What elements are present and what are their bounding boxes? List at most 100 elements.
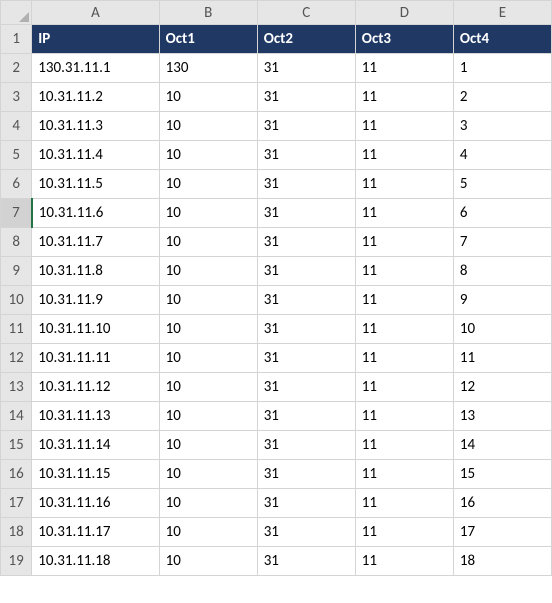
- cell[interactable]: 10: [159, 112, 257, 141]
- cell[interactable]: 31: [257, 315, 355, 344]
- cell[interactable]: 11: [355, 286, 453, 315]
- row-header[interactable]: 16: [1, 460, 32, 489]
- cell[interactable]: 11: [355, 83, 453, 112]
- cell[interactable]: 17: [453, 518, 551, 547]
- cell[interactable]: 11: [355, 315, 453, 344]
- cell[interactable]: 11: [355, 547, 453, 576]
- row-header[interactable]: 13: [1, 373, 32, 402]
- cell[interactable]: 5: [453, 170, 551, 199]
- cell[interactable]: 10.31.11.8: [32, 257, 159, 286]
- spreadsheet-grid[interactable]: A B C D E 1 IP Oct1 Oct2 Oct3 Oct4 2130.…: [0, 0, 552, 576]
- cell[interactable]: 2: [453, 83, 551, 112]
- cell-A1[interactable]: IP: [32, 25, 159, 54]
- cell[interactable]: 10: [159, 286, 257, 315]
- cell[interactable]: 11: [453, 344, 551, 373]
- cell[interactable]: 10.31.11.3: [32, 112, 159, 141]
- cell-C1[interactable]: Oct2: [257, 25, 355, 54]
- row-header[interactable]: 18: [1, 518, 32, 547]
- cell[interactable]: 10: [159, 170, 257, 199]
- cell[interactable]: 10: [159, 489, 257, 518]
- cell[interactable]: 31: [257, 402, 355, 431]
- cell[interactable]: 11: [355, 112, 453, 141]
- cell[interactable]: 11: [355, 460, 453, 489]
- cell[interactable]: 31: [257, 141, 355, 170]
- cell[interactable]: 10.31.11.15: [32, 460, 159, 489]
- cell[interactable]: 10.31.11.7: [32, 228, 159, 257]
- row-header[interactable]: 10: [1, 286, 32, 315]
- cell[interactable]: 10.31.11.5: [32, 170, 159, 199]
- cell[interactable]: 11: [355, 431, 453, 460]
- cell[interactable]: 10: [159, 518, 257, 547]
- cell[interactable]: 11: [355, 402, 453, 431]
- row-header[interactable]: 2: [1, 54, 32, 83]
- row-header[interactable]: 15: [1, 431, 32, 460]
- cell[interactable]: 1: [453, 54, 551, 83]
- cell[interactable]: 3: [453, 112, 551, 141]
- cell[interactable]: 7: [453, 228, 551, 257]
- cell[interactable]: 130.31.11.1: [32, 54, 159, 83]
- row-header[interactable]: 5: [1, 141, 32, 170]
- row-header[interactable]: 11: [1, 315, 32, 344]
- cell[interactable]: 11: [355, 170, 453, 199]
- cell[interactable]: 31: [257, 228, 355, 257]
- cell[interactable]: 11: [355, 518, 453, 547]
- cell[interactable]: 15: [453, 460, 551, 489]
- cell[interactable]: 31: [257, 518, 355, 547]
- cell[interactable]: 10.31.11.17: [32, 518, 159, 547]
- cell[interactable]: 10.31.11.4: [32, 141, 159, 170]
- row-header[interactable]: 1: [1, 25, 32, 54]
- cell[interactable]: 4: [453, 141, 551, 170]
- cell[interactable]: 6: [453, 199, 551, 228]
- cell[interactable]: 31: [257, 431, 355, 460]
- col-header-A[interactable]: A: [32, 1, 159, 25]
- cell[interactable]: 10: [159, 257, 257, 286]
- cell[interactable]: 10: [159, 199, 257, 228]
- cell[interactable]: 11: [355, 54, 453, 83]
- cell[interactable]: 11: [355, 489, 453, 518]
- cell-B1[interactable]: Oct1: [159, 25, 257, 54]
- cell[interactable]: 10.31.11.2: [32, 83, 159, 112]
- cell[interactable]: 31: [257, 489, 355, 518]
- cell-E1[interactable]: Oct4: [453, 25, 551, 54]
- cell[interactable]: 10.31.11.9: [32, 286, 159, 315]
- cell[interactable]: 11: [355, 141, 453, 170]
- cell[interactable]: 10.31.11.18: [32, 547, 159, 576]
- cell[interactable]: 31: [257, 199, 355, 228]
- cell[interactable]: 10.31.11.11: [32, 344, 159, 373]
- cell[interactable]: 10: [159, 402, 257, 431]
- cell[interactable]: 31: [257, 257, 355, 286]
- cell[interactable]: 10.31.11.10: [32, 315, 159, 344]
- cell[interactable]: 31: [257, 83, 355, 112]
- cell[interactable]: 31: [257, 344, 355, 373]
- cell[interactable]: 10: [159, 228, 257, 257]
- cell[interactable]: 31: [257, 460, 355, 489]
- cell[interactable]: 8: [453, 257, 551, 286]
- row-header[interactable]: 6: [1, 170, 32, 199]
- cell[interactable]: 11: [355, 373, 453, 402]
- cell[interactable]: 31: [257, 373, 355, 402]
- cell[interactable]: 10.31.11.6: [32, 199, 159, 228]
- col-header-B[interactable]: B: [159, 1, 257, 25]
- cell[interactable]: 11: [355, 199, 453, 228]
- cell[interactable]: 10: [159, 141, 257, 170]
- cell[interactable]: 10: [159, 344, 257, 373]
- row-header[interactable]: 8: [1, 228, 32, 257]
- cell[interactable]: 18: [453, 547, 551, 576]
- cell[interactable]: 10: [159, 373, 257, 402]
- cell[interactable]: 11: [355, 344, 453, 373]
- row-header[interactable]: 9: [1, 257, 32, 286]
- cell[interactable]: 14: [453, 431, 551, 460]
- row-header[interactable]: 4: [1, 112, 32, 141]
- row-header[interactable]: 14: [1, 402, 32, 431]
- cell[interactable]: 31: [257, 286, 355, 315]
- cell[interactable]: 10.31.11.14: [32, 431, 159, 460]
- col-header-E[interactable]: E: [453, 1, 551, 25]
- cell[interactable]: 10: [159, 431, 257, 460]
- cell[interactable]: 12: [453, 373, 551, 402]
- cell[interactable]: 9: [453, 286, 551, 315]
- col-header-D[interactable]: D: [355, 1, 453, 25]
- select-all-corner[interactable]: [1, 1, 32, 25]
- cell-D1[interactable]: Oct3: [355, 25, 453, 54]
- cell[interactable]: 31: [257, 170, 355, 199]
- row-header[interactable]: 3: [1, 83, 32, 112]
